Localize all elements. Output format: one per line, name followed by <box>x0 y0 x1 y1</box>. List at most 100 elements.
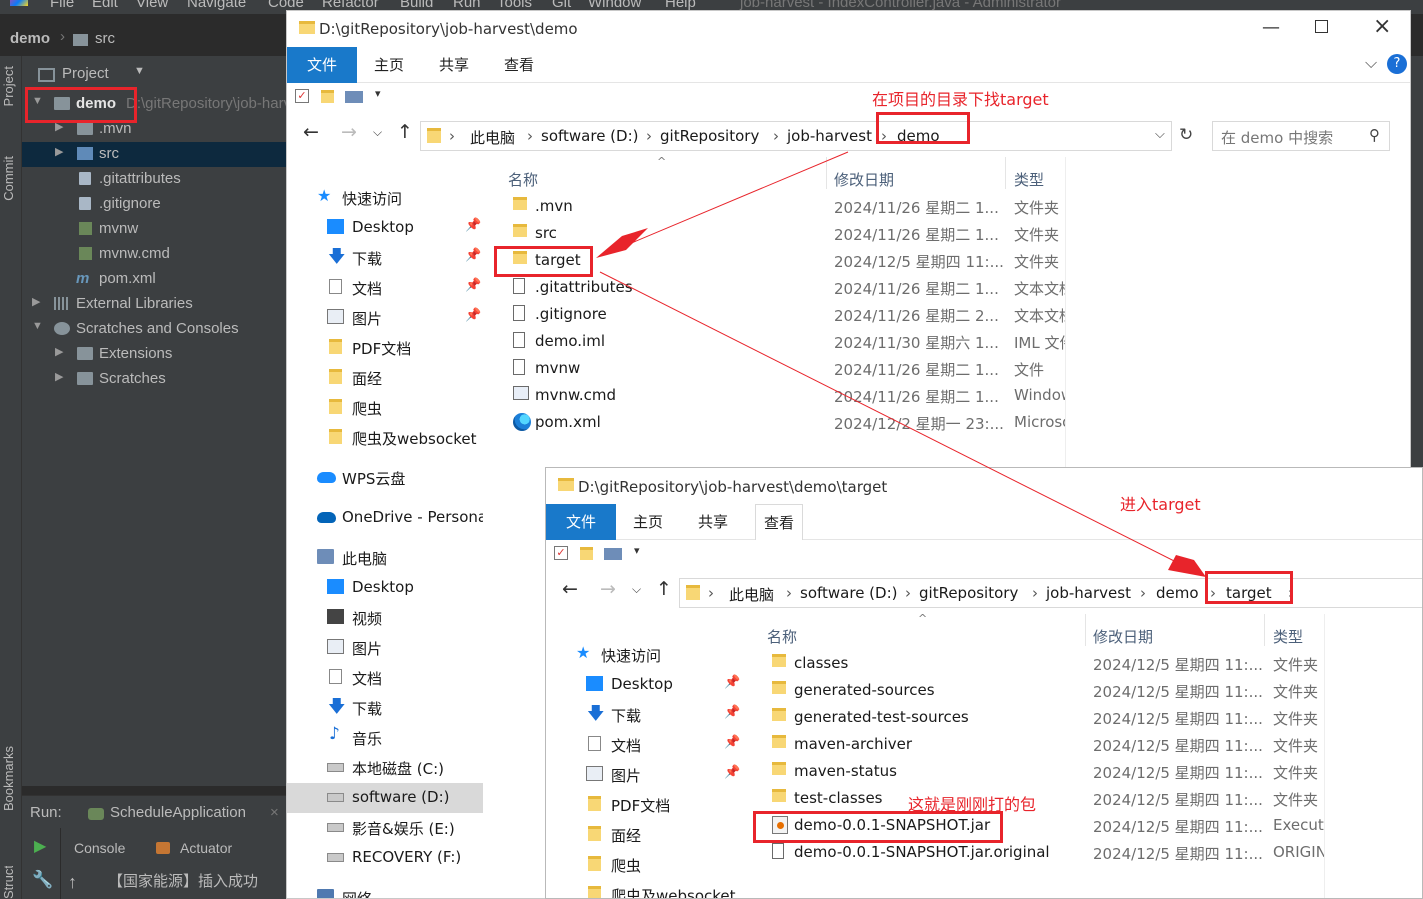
nav-quick-access[interactable]: ★ 快速访问 <box>317 183 483 213</box>
refresh-icon[interactable]: ↻ <box>1179 125 1193 145</box>
nav-crawler[interactable]: 爬虫 <box>327 393 483 423</box>
tree-item-mvnw-cmd[interactable]: mvnw.cmd <box>22 242 286 267</box>
breadcrumb-folder[interactable]: src <box>95 30 115 47</box>
nav-interview[interactable]: 面经 <box>586 820 742 850</box>
tree-item-src[interactable]: ▶ src <box>22 142 286 167</box>
nav-drive-e[interactable]: 影音&娱乐 (E:) <box>327 813 483 843</box>
nav-quick-access[interactable]: ★ 快速访问 <box>576 640 742 670</box>
nav-documents[interactable]: 文档 📌 <box>586 730 742 760</box>
column-header-date[interactable]: 修改日期 <box>1093 626 1153 647</box>
rerun-icon[interactable]: ▶ <box>34 836 46 856</box>
tab-console[interactable]: Console <box>74 840 125 856</box>
file-row[interactable]: demo-0.0.1-SNAPSHOT.jar.original 2024/12/… <box>756 840 1324 867</box>
wrench-icon[interactable]: 🔧 <box>32 870 53 890</box>
breadcrumb-project[interactable]: demo <box>10 30 50 47</box>
up-arrow-icon[interactable]: ↑ <box>656 578 672 600</box>
menu-file[interactable]: File <box>50 0 74 11</box>
address-dropdown-icon[interactable]: ⌵ <box>1155 127 1165 142</box>
file-row[interactable]: .gitattributes 2024/11/26 星期二 1... 文本文档 <box>497 275 1065 302</box>
column-header-name[interactable]: 名称 <box>767 626 797 647</box>
menu-edit[interactable]: Edit <box>92 0 118 11</box>
file-row[interactable]: mvnw 2024/11/26 星期二 1... 文件 <box>497 356 1065 383</box>
search-icon[interactable]: ⚲ <box>1369 126 1380 144</box>
nav-pc-music[interactable]: ♪ 音乐 <box>327 723 483 753</box>
ribbon-tab-view[interactable]: 查看 <box>755 504 804 540</box>
nav-drive-c[interactable]: 本地磁盘 (C:) <box>327 753 483 783</box>
bookmarks-tool-tab[interactable]: Bookmarks <box>1 746 16 811</box>
address-segment-this-pc[interactable]: 此电脑 <box>729 584 774 605</box>
nav-interview[interactable]: 面经 <box>327 363 483 393</box>
customize-toolbar-icon[interactable]: ▾ <box>375 87 381 100</box>
ribbon-tab-file[interactable]: 文件 <box>287 47 357 83</box>
file-row[interactable]: mvnw.cmd 2024/11/26 星期二 1... Windows <box>497 383 1065 410</box>
up-arrow-icon[interactable]: ↑ <box>397 121 413 143</box>
menu-view[interactable]: View <box>136 0 168 11</box>
chevron-down-icon[interactable]: ⌵ <box>1365 53 1377 73</box>
file-row[interactable]: pom.xml 2024/12/2 星期一 23:... Microsoft <box>497 410 1065 437</box>
tree-item-pom-xml[interactable]: m pom.xml <box>22 267 286 292</box>
forward-arrow-icon[interactable]: → <box>600 578 616 600</box>
tree-scratches-and-consoles[interactable]: ▼ Scratches and Consoles <box>22 317 286 342</box>
nav-pc-downloads[interactable]: 🡇 下载 <box>327 693 483 723</box>
nav-pictures[interactable]: 图片 📌 <box>586 760 742 790</box>
nav-pc-documents[interactable]: 文档 <box>327 663 483 693</box>
tree-item-gitattributes[interactable]: .gitattributes <box>22 167 286 192</box>
properties-check-icon[interactable]: ✓ <box>295 89 309 103</box>
new-folder-icon[interactable] <box>580 547 593 560</box>
pin-icon[interactable]: 📌 <box>465 308 481 323</box>
recent-dropdown-icon[interactable]: ⌵ <box>373 125 382 140</box>
file-row[interactable]: .gitignore 2024/11/26 星期二 2... 文本文档 <box>497 302 1065 329</box>
close-icon[interactable]: × <box>270 804 279 821</box>
forward-arrow-icon[interactable]: → <box>341 121 357 143</box>
pin-icon[interactable]: 📌 <box>724 765 740 780</box>
address-bar[interactable]: › 此电脑 › software (D:) › gitRepository › … <box>420 121 1172 151</box>
nav-pc-pictures[interactable]: 图片 <box>327 633 483 663</box>
maximize-icon[interactable] <box>1315 20 1328 33</box>
nav-pc-videos[interactable]: 视频 <box>327 603 483 633</box>
nav-pictures[interactable]: 图片 📌 <box>327 303 483 333</box>
pin-icon[interactable]: 📌 <box>724 735 740 750</box>
column-header-type[interactable]: 类型 <box>1273 626 1303 647</box>
ribbon-tab-share[interactable]: 共享 <box>698 504 728 540</box>
close-icon[interactable]: × <box>1373 14 1391 39</box>
menu-navigate[interactable]: Navigate <box>187 0 246 11</box>
nav-desktop[interactable]: Desktop 📌 <box>586 670 742 700</box>
nav-pdf-docs[interactable]: PDF文档 <box>586 790 742 820</box>
search-box[interactable]: 在 demo 中搜索 ⚲ <box>1212 121 1390 151</box>
address-bar[interactable]: › 此电脑 › software (D:) › gitRepository › … <box>679 578 1422 608</box>
address-segment-gitrepository[interactable]: gitRepository <box>660 127 759 145</box>
address-segment-software-d[interactable]: software (D:) <box>800 584 898 602</box>
chevron-down-icon[interactable]: ▼ <box>32 320 43 332</box>
chevron-right-icon[interactable]: ▶ <box>55 370 63 383</box>
file-row[interactable]: .mvn 2024/11/26 星期二 1... 文件夹 <box>497 194 1065 221</box>
nav-documents[interactable]: 文档 📌 <box>327 273 483 303</box>
tree-external-libraries[interactable]: ▶ External Libraries <box>22 292 286 317</box>
file-row[interactable]: test-classes 2024/12/5 星期四 11:... 文件夹 <box>756 786 1324 813</box>
arrow-up-icon[interactable]: ↑ <box>68 872 77 893</box>
pin-icon[interactable]: 📌 <box>724 675 740 690</box>
address-segment-this-pc[interactable]: 此电脑 <box>470 127 515 148</box>
address-segment-demo[interactable]: demo <box>1156 584 1199 602</box>
column-header-type[interactable]: 类型 <box>1014 169 1044 190</box>
project-panel-title[interactable]: Project <box>62 65 109 82</box>
nav-wps-cloud[interactable]: WPS云盘 <box>317 463 483 493</box>
nav-crawler-websocket[interactable]: 爬虫及websocket <box>327 423 483 453</box>
chevron-right-icon[interactable]: ▶ <box>55 345 63 358</box>
run-config-name[interactable]: ScheduleApplication <box>110 804 246 821</box>
ribbon-tab-file[interactable]: 文件 <box>546 504 616 540</box>
nav-desktop[interactable]: Desktop 📌 <box>327 213 483 243</box>
nav-drive-f[interactable]: RECOVERY (F:) <box>327 843 483 873</box>
tree-item-extensions[interactable]: ▶ Extensions <box>22 342 286 367</box>
file-row[interactable]: demo.iml 2024/11/30 星期六 1... IML 文件 <box>497 329 1065 356</box>
nav-crawler-websocket[interactable]: 爬虫及websocket <box>586 880 742 898</box>
new-folder-icon[interactable] <box>321 90 334 103</box>
nav-network[interactable]: 网络 <box>317 883 483 898</box>
nav-pdf-docs[interactable]: PDF文档 <box>327 333 483 363</box>
nav-drive-d[interactable]: software (D:) <box>287 783 483 813</box>
ribbon-tab-view[interactable]: 查看 <box>504 47 534 83</box>
customize-toolbar-icon[interactable]: ▾ <box>634 544 640 557</box>
file-row[interactable]: generated-test-sources 2024/12/5 星期四 11:.… <box>756 705 1324 732</box>
file-row[interactable]: maven-status 2024/12/5 星期四 11:... 文件夹 <box>756 759 1324 786</box>
pin-toolbar-icon[interactable] <box>345 91 363 103</box>
tree-item-scratches[interactable]: ▶ Scratches <box>22 367 286 392</box>
